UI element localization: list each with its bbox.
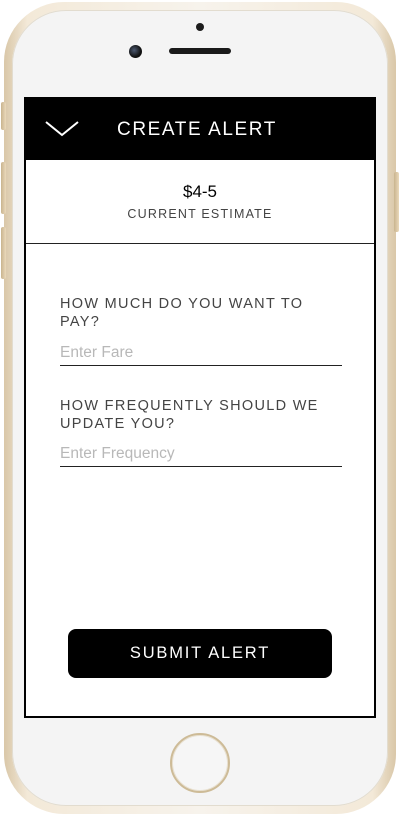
estimate-value: $4-5 — [182, 182, 218, 201]
mute-switch — [1, 102, 6, 130]
app-view: CREATE ALERT $4-5 CURRENT ESTIMATE HOW M… — [26, 99, 374, 716]
estimate-label: CURRENT ESTIMATE — [127, 207, 273, 221]
page-title: CREATE ALERT — [117, 119, 277, 140]
earpiece-speaker — [169, 48, 231, 54]
chevron-down-icon[interactable] — [44, 118, 80, 140]
fare-input[interactable] — [60, 340, 342, 366]
power-button — [394, 172, 399, 232]
screen: CREATE ALERT $4-5 CURRENT ESTIMATE HOW M… — [24, 97, 376, 718]
header-bar: CREATE ALERT — [26, 99, 374, 160]
sensor-dot — [196, 23, 204, 31]
frequency-input[interactable] — [60, 441, 342, 467]
volume-down-button — [1, 227, 6, 279]
estimate-section: $4-5 CURRENT ESTIMATE — [26, 160, 374, 244]
frequency-question-label: HOW FREQUENTLY SHOULD WE UPDATE YOU? — [60, 398, 319, 432]
front-camera — [129, 45, 142, 58]
volume-up-button — [1, 162, 6, 214]
fare-question-label: HOW MUCH DO YOU WANT TO PAY? — [60, 296, 304, 330]
submit-alert-button[interactable]: SUBMIT ALERT — [68, 629, 332, 678]
home-button[interactable] — [170, 733, 230, 793]
